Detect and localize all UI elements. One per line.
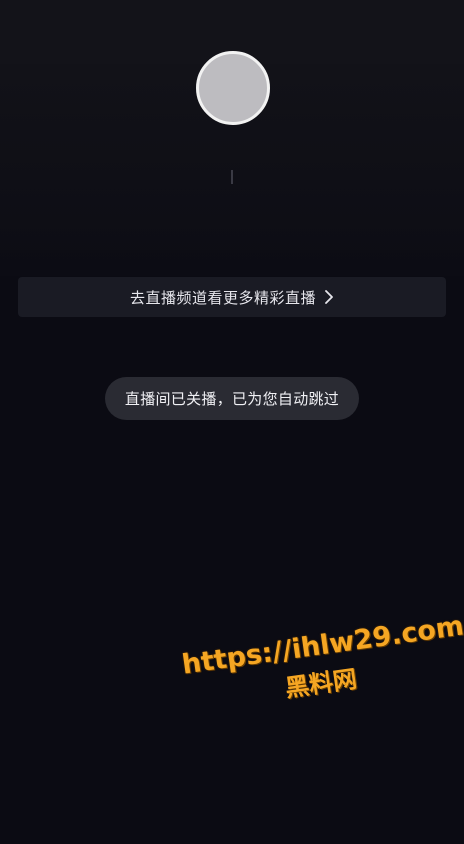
- watermark: https://ihlw29.com 黑料网: [180, 610, 464, 739]
- stream-ended-toast: 直播间已关播，已为您自动跳过: [105, 377, 359, 420]
- live-channel-link-button[interactable]: 去直播频道看更多精彩直播: [18, 277, 446, 317]
- toast-message: 直播间已关播，已为您自动跳过: [124, 390, 340, 408]
- chevron-right-icon: [324, 290, 334, 304]
- streamer-avatar[interactable]: [196, 51, 270, 125]
- streamer-name-placeholder: [231, 170, 233, 184]
- live-channel-link-label: 去直播频道看更多精彩直播: [129, 288, 316, 307]
